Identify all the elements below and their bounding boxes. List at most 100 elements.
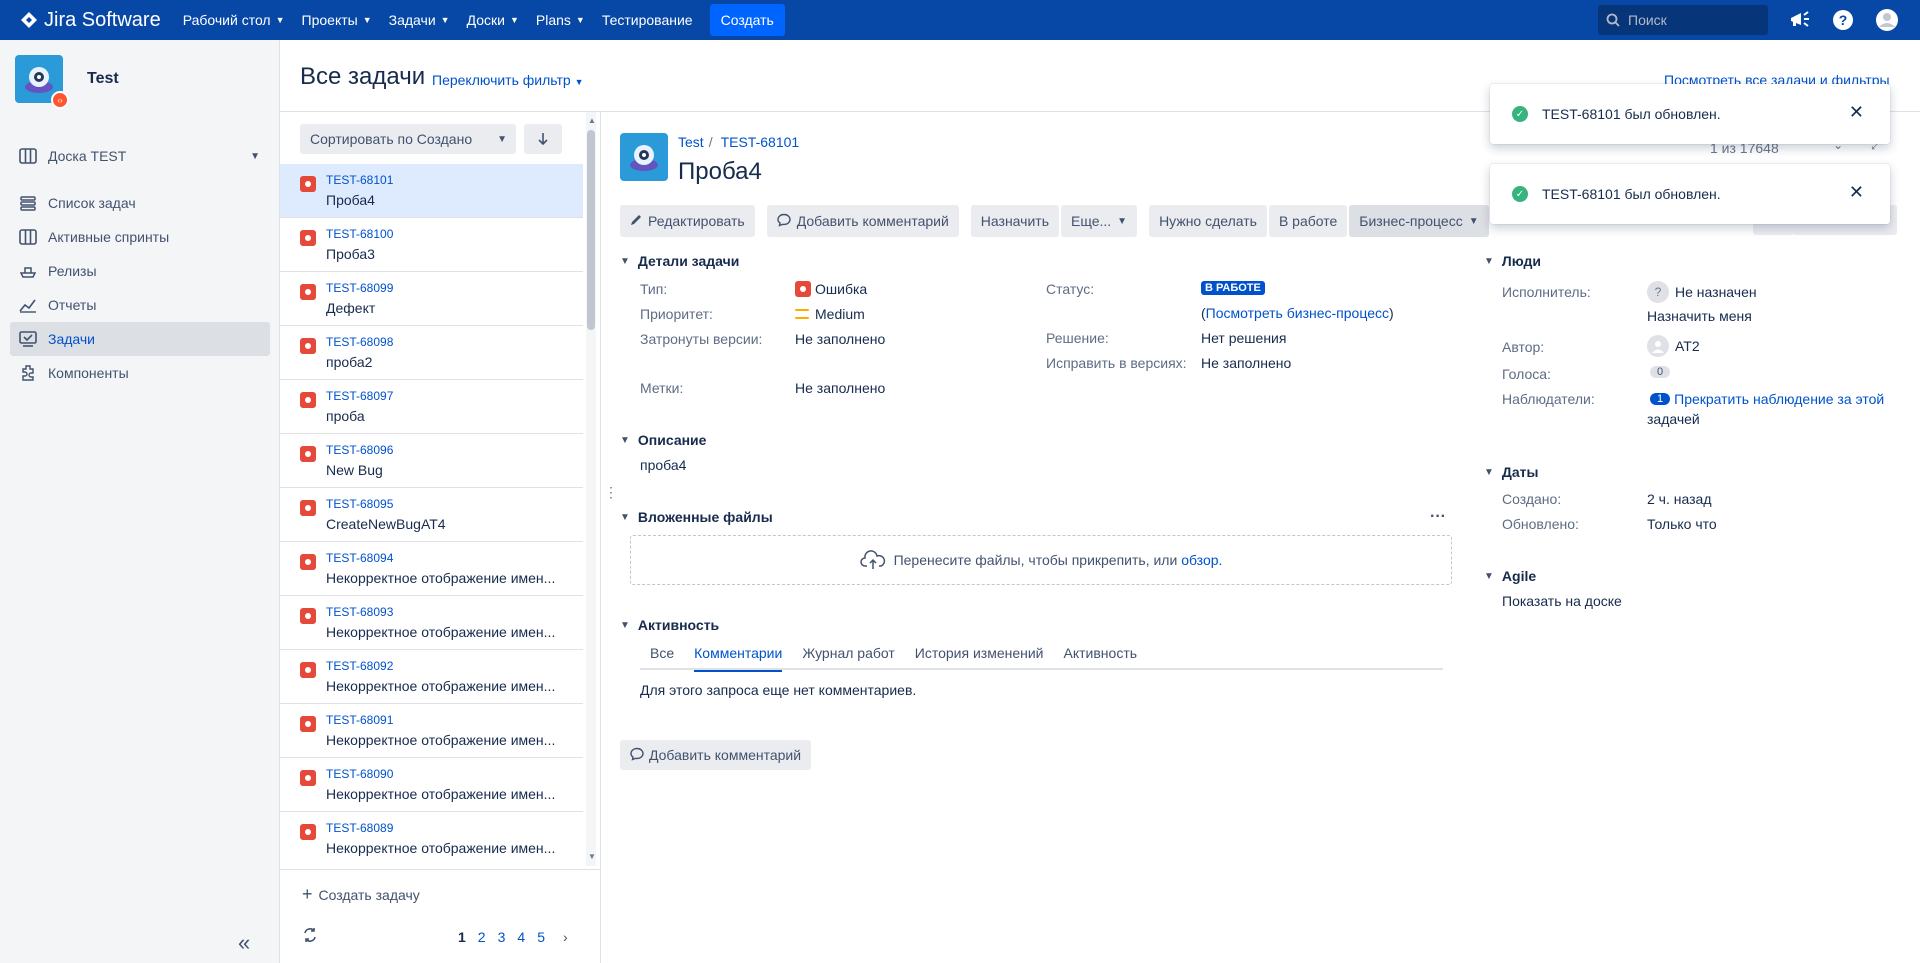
issue-key[interactable]: TEST-68096 [326,443,393,457]
description-text[interactable]: проба4 [640,457,686,473]
collapse-sidebar-icon[interactable]: « [238,930,250,956]
issue-list-item[interactable]: TEST-68093 Некорректное отображение имен.… [280,596,583,650]
view-on-board-link[interactable]: Показать на доске [1502,593,1622,609]
assign-button[interactable]: Назначить [970,205,1059,237]
issue-list-item[interactable]: TEST-68091 Некорректное отображение имен.… [280,704,583,758]
issue-list-item[interactable]: TEST-68095 CreateNewBugAT4 [280,488,583,542]
sidebar-item-issues[interactable]: Задачи [10,322,270,356]
type-value[interactable]: Ошибка [795,281,867,297]
stop-watching-link-cont[interactable]: задачей [1647,411,1700,427]
create-button[interactable]: Создать [709,4,785,36]
issue-key[interactable]: TEST-68099 [326,281,393,295]
issue-key[interactable]: TEST-68101 [326,173,393,187]
close-icon[interactable]: ✕ [1849,182,1864,203]
tab-all[interactable]: Все [650,645,674,670]
issue-list-item[interactable]: TEST-68098 проба2 [280,326,583,380]
sidebar-item-reports[interactable]: Отчеты [10,288,270,322]
breadcrumb-project[interactable]: Test [678,134,704,150]
dates-section-toggle[interactable]: ▼ Даты [1484,464,1538,480]
resize-handle-icon[interactable]: ⋮ [604,484,618,501]
issue-list-item[interactable]: TEST-68099 Дефект [280,272,583,326]
issue-key[interactable]: TEST-68090 [326,767,393,781]
add-comment-button[interactable]: Добавить комментарий [766,205,959,237]
activity-section-toggle[interactable]: ▼ Активность [620,617,719,633]
issue-list-item[interactable]: TEST-68089 Некорректное отображение имен.… [280,812,583,864]
sidebar-item-active-sprints[interactable]: Активные спринты [10,220,270,254]
people-section-toggle[interactable]: ▼ Люди [1484,253,1541,269]
issue-list-item[interactable]: TEST-68100 Проба3 [280,218,583,272]
tab-worklog[interactable]: Журнал работ [802,645,894,670]
close-icon[interactable]: ✕ [1849,102,1864,123]
transition-todo-button[interactable]: Нужно сделать [1149,205,1267,237]
page-link[interactable]: 2 [478,929,486,945]
add-comment-bottom-button[interactable]: Добавить комментарий [620,740,812,770]
details-section-toggle[interactable]: ▼ Детали задачи [620,253,739,269]
transition-in-progress-button[interactable]: В работе [1268,205,1348,237]
priority-value[interactable]: Medium [795,306,865,322]
issue-list-item[interactable]: TEST-68092 Некорректное отображение имен.… [280,650,583,704]
more-actions-button[interactable]: Еще... ▼ [1061,205,1138,237]
nav-projects[interactable]: Проекты ▼ [302,12,372,28]
refresh-icon[interactable] [302,927,318,946]
user-avatar-icon[interactable] [1875,8,1899,32]
view-workflow-link[interactable]: Посмотреть бизнес-процесс [1206,305,1389,321]
sort-order-button[interactable] [524,124,562,154]
issue-key[interactable]: TEST-68097 [326,389,393,403]
tab-comments[interactable]: Комментарии [694,645,783,672]
scroll-down-icon[interactable]: ▼ [588,852,596,861]
page-link[interactable]: 1 [458,929,466,945]
issue-key[interactable]: TEST-68092 [326,659,393,673]
issue-key[interactable]: TEST-68095 [326,497,393,511]
scroll-up-icon[interactable]: ▲ [588,116,596,125]
attachments-section-toggle[interactable]: ▼ Вложенные файлы [620,509,773,525]
assign-to-me-link[interactable]: Назначить меня [1647,308,1752,324]
issue-list-item[interactable]: TEST-68094 Некорректное отображение имен.… [280,542,583,596]
tab-history[interactable]: История изменений [915,645,1044,670]
sidebar-item-backlog[interactable]: Список задач [10,186,270,220]
watchers-value[interactable]: 1 Прекратить наблюдение за этой [1650,391,1884,407]
reporter-value[interactable]: AT2 [1647,335,1700,357]
nav-testing[interactable]: Тестирование [602,12,693,28]
issue-list-item[interactable]: TEST-68096 New Bug [280,434,583,488]
issue-list-scrollbar[interactable]: ▲ ▼ [586,112,596,866]
labels-value[interactable]: Не заполнено [795,380,885,396]
issue-key[interactable]: TEST-68098 [326,335,393,349]
create-issue-button[interactable]: + Создать задачу [302,884,420,905]
issue-list-item[interactable]: TEST-68090 Некорректное отображение имен.… [280,758,583,812]
next-page-icon[interactable]: › [563,929,568,945]
breadcrumb-issue-key[interactable]: TEST-68101 [721,134,800,150]
scrollbar-thumb[interactable] [587,130,595,330]
jira-logo[interactable]: Jira Software [20,9,161,32]
sidebar-item-releases[interactable]: Релизы [10,254,270,288]
nav-plans[interactable]: Plans ▼ [536,12,585,28]
issue-key[interactable]: TEST-68089 [326,821,393,835]
megaphone-icon[interactable] [1788,8,1812,32]
issue-key[interactable]: TEST-68100 [326,227,393,241]
issue-key[interactable]: TEST-68094 [326,551,393,565]
issue-key[interactable]: TEST-68091 [326,713,393,727]
page-link[interactable]: 3 [498,929,506,945]
issue-key[interactable]: TEST-68093 [326,605,393,619]
assignee-value[interactable]: ? Не назначен [1647,281,1757,303]
description-section-toggle[interactable]: ▼ Описание [620,432,706,448]
tab-activity[interactable]: Активность [1064,645,1138,670]
attachment-drop-zone[interactable]: Перенесите файлы, чтобы прикрепить, или … [630,535,1452,585]
edit-button[interactable]: Редактировать [620,205,755,237]
issue-list-item[interactable]: TEST-68101 Проба4 [280,164,583,218]
sidebar-item-components[interactable]: Компоненты [10,356,270,390]
project-header[interactable]: ‹› Test [15,55,119,109]
browse-link[interactable]: обзор. [1181,552,1222,568]
sidebar-board-switcher[interactable]: Доска TEST ▼ [10,136,270,176]
fix-versions-value[interactable]: Не заполнено [1201,355,1291,371]
sort-dropdown[interactable]: Сортировать по Создано ▼ [300,124,516,154]
nav-boards[interactable]: Доски ▼ [467,12,519,28]
issue-list-item[interactable]: TEST-68097 проба [280,380,583,434]
affects-versions-value[interactable]: Не заполнено [795,331,885,347]
issue-title[interactable]: Проба4 [678,158,762,186]
search-input[interactable]: Поиск [1598,5,1768,35]
more-options-icon[interactable]: ··· [1430,508,1446,526]
workflow-dropdown[interactable]: Бизнес-процесс ▼ [1349,205,1489,237]
agile-section-toggle[interactable]: ▼ Agile [1484,568,1536,584]
switch-filter-link[interactable]: Переключить фильтр ▼ [432,72,584,88]
votes-value[interactable]: 0 [1650,366,1674,378]
